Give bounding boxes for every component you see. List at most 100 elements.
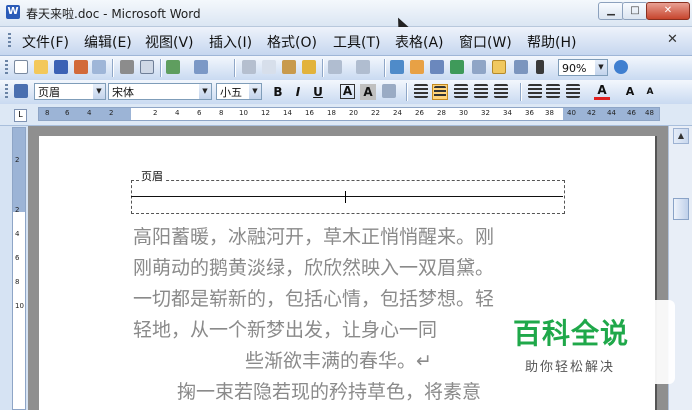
minimize-button[interactable]: ▁ xyxy=(598,2,624,20)
toolbar-separator xyxy=(384,59,385,77)
menu-view[interactable]: 视图(V) xyxy=(145,32,194,52)
new-doc-icon[interactable] xyxy=(14,60,28,74)
menu-edit[interactable]: 编辑(E) xyxy=(84,32,132,52)
italic-button[interactable]: I xyxy=(290,84,306,100)
help-icon[interactable] xyxy=(614,60,628,74)
ruler-tick: 38 xyxy=(545,109,554,117)
menu-help[interactable]: 帮助(H) xyxy=(527,32,576,52)
watermark-subtitle: 助你轻松解决 xyxy=(525,360,616,375)
ruler-tick: 12 xyxy=(261,109,270,117)
close-document-button[interactable]: ✕ xyxy=(667,32,678,47)
font-select[interactable]: 宋体 ▼ xyxy=(108,83,212,100)
indent-icon[interactable] xyxy=(566,84,580,98)
menu-format[interactable]: 格式(O) xyxy=(267,32,317,52)
scroll-up-button[interactable]: ▲ xyxy=(673,128,689,144)
columns-icon[interactable] xyxy=(472,60,486,74)
redo-icon[interactable] xyxy=(356,60,370,74)
styles-pane-icon[interactable] xyxy=(14,84,28,98)
print-preview-icon[interactable] xyxy=(140,60,154,74)
ruler-tick: 6 xyxy=(197,109,202,117)
ruler-tick: 2 xyxy=(153,109,158,117)
format-painter-icon[interactable] xyxy=(302,60,316,74)
paste-icon[interactable] xyxy=(282,60,296,74)
ruler-tick: 42 xyxy=(587,109,596,117)
ruler-tick: 24 xyxy=(393,109,402,117)
hyperlink-icon[interactable] xyxy=(390,60,404,74)
underline-button[interactable]: U xyxy=(310,84,326,100)
text-cursor xyxy=(345,191,346,203)
menubar-grip[interactable] xyxy=(8,33,11,49)
vertical-ruler[interactable]: 2 2 4 6 8 10 xyxy=(12,127,26,410)
tab-selector-icon[interactable]: L xyxy=(14,109,27,122)
font-color-button[interactable]: A xyxy=(594,84,610,100)
character-border-button[interactable]: A xyxy=(340,84,355,99)
menu-bar: 文件(F) 编辑(E) 视图(V) 插入(I) 格式(O) 工具(T) 表格(A… xyxy=(0,27,692,56)
bullets-icon[interactable] xyxy=(546,84,560,98)
insert-excel-icon[interactable] xyxy=(450,60,464,74)
chevron-down-icon[interactable]: ▼ xyxy=(199,84,211,99)
zoom-select[interactable]: 90% ▼ xyxy=(558,59,608,76)
style-value: 页眉 xyxy=(38,86,60,99)
ruler-tick: 8 xyxy=(219,109,224,117)
drawing-icon[interactable] xyxy=(492,60,506,74)
chevron-down-icon[interactable]: ▼ xyxy=(93,84,105,99)
line-spacing-icon[interactable] xyxy=(494,84,508,98)
character-shading-button[interactable]: A xyxy=(360,84,376,100)
ruler-tick: 26 xyxy=(415,109,424,117)
email-icon[interactable] xyxy=(92,60,106,74)
ruler-tick: 4 xyxy=(175,109,180,117)
document-body[interactable]: 高阳蓄暖，冰融河开，草木正悄悄醒来。刚 刚萌动的鹅黄淡绿，欣欣然映入一双眉黛。 … xyxy=(133,222,553,408)
top-margin-shade xyxy=(13,128,25,212)
bold-button[interactable]: B xyxy=(270,84,286,100)
align-right-icon[interactable] xyxy=(454,84,468,98)
character-scaling-icon[interactable] xyxy=(382,84,396,98)
word-app-icon[interactable]: W xyxy=(6,5,20,19)
ruler-tick: 8 xyxy=(15,278,20,286)
style-select[interactable]: 页眉 ▼ xyxy=(34,83,106,100)
header-region[interactable] xyxy=(131,180,565,214)
ruler-tick: 16 xyxy=(305,109,314,117)
ruler-tick: 46 xyxy=(627,109,636,117)
menu-table[interactable]: 表格(A) xyxy=(395,32,444,52)
toolbar-separator xyxy=(112,59,113,77)
open-icon[interactable] xyxy=(34,60,48,74)
toolbar-grip[interactable] xyxy=(5,84,8,100)
show-hide-icon[interactable] xyxy=(536,60,544,74)
save-icon[interactable] xyxy=(54,60,68,74)
tables-borders-icon[interactable] xyxy=(410,60,424,74)
close-button[interactable]: ✕ xyxy=(646,2,690,20)
numbering-icon[interactable] xyxy=(528,84,542,98)
menu-window[interactable]: 窗口(W) xyxy=(459,32,512,52)
ruler-tick: 2 xyxy=(15,206,20,214)
spelling-icon[interactable] xyxy=(166,60,180,74)
shrink-font-button[interactable]: A xyxy=(642,84,658,100)
ruler-tick: 2 xyxy=(109,109,114,117)
permission-icon[interactable] xyxy=(74,60,88,74)
body-line: 一切都是崭新的，包括心情，包括梦想。轻 xyxy=(133,288,495,310)
ruler-tick: 22 xyxy=(371,109,380,117)
justify-icon[interactable] xyxy=(474,84,488,98)
grow-font-button[interactable]: A xyxy=(622,84,638,100)
menu-insert[interactable]: 插入(I) xyxy=(209,32,252,52)
horizontal-ruler[interactable]: 8 6 4 2 2 4 6 8 10 12 14 16 18 20 22 24 … xyxy=(38,107,660,121)
scroll-thumb[interactable] xyxy=(673,198,689,220)
chevron-down-icon[interactable]: ▼ xyxy=(249,84,261,99)
research-icon[interactable] xyxy=(194,60,208,74)
menu-file[interactable]: 文件(F) xyxy=(22,32,69,52)
document-map-icon[interactable] xyxy=(514,60,528,74)
toolbar-grip[interactable] xyxy=(5,60,8,76)
align-left-icon[interactable] xyxy=(414,84,428,98)
chevron-down-icon[interactable]: ▼ xyxy=(595,60,607,75)
copy-icon[interactable] xyxy=(262,60,276,74)
insert-table-icon[interactable] xyxy=(430,60,444,74)
align-center-button[interactable] xyxy=(432,84,448,100)
maximize-button[interactable]: □ xyxy=(622,2,648,20)
font-size-select[interactable]: 小五 ▼ xyxy=(216,83,262,100)
cut-icon[interactable] xyxy=(242,60,256,74)
print-icon[interactable] xyxy=(120,60,134,74)
undo-icon[interactable] xyxy=(328,60,342,74)
menu-tools[interactable]: 工具(T) xyxy=(333,32,380,52)
ruler-tick: 32 xyxy=(481,109,490,117)
toolbar-separator xyxy=(322,59,323,77)
ruler-tick: 34 xyxy=(503,109,512,117)
